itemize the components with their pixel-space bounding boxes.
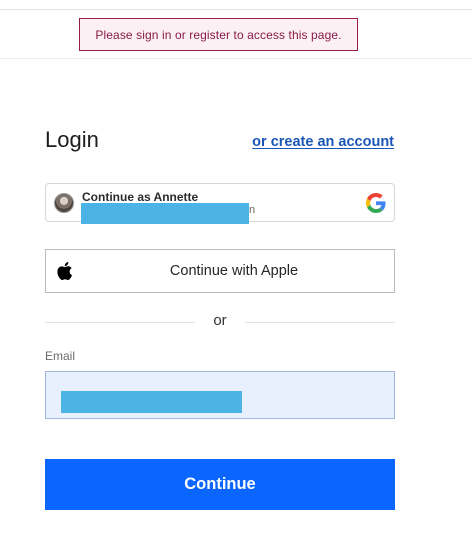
redacted-email-value — [61, 391, 242, 413]
page-title: Login — [45, 127, 99, 152]
continue-button[interactable]: Continue — [45, 459, 395, 510]
divider-left — [45, 322, 195, 323]
apple-button-label: Continue with Apple — [169, 263, 299, 279]
create-account-link[interactable]: or create an account — [252, 134, 394, 150]
continue-with-apple-button[interactable]: Continue with Apple — [45, 249, 395, 293]
avatar — [54, 193, 74, 213]
flash-message: Please sign in or register to access thi… — [79, 18, 358, 51]
continue-with-google-button[interactable]: Continue as Annette n — [45, 183, 395, 224]
google-g-icon — [366, 193, 386, 213]
redacted-email — [81, 203, 249, 224]
flash-message-text: Please sign in or register to access thi… — [95, 27, 342, 42]
divider-right — [245, 322, 395, 323]
email-label: Email — [45, 349, 76, 363]
google-account-email: n — [249, 204, 256, 216]
or-divider-label: or — [213, 312, 227, 329]
email-input[interactable] — [45, 371, 395, 419]
google-account-name: Continue as Annette — [82, 190, 199, 204]
